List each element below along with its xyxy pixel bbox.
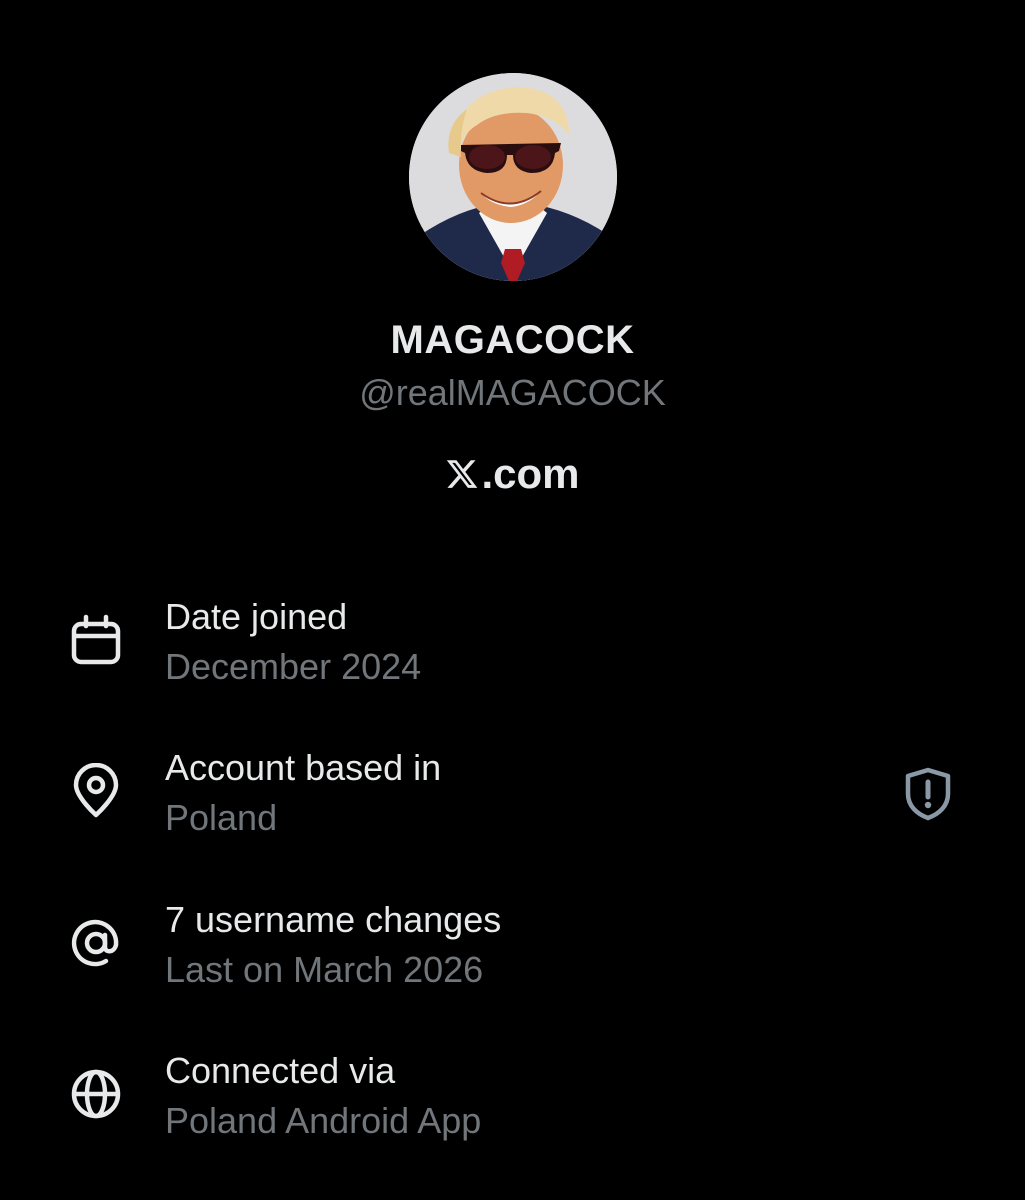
detail-title: 7 username changes	[165, 899, 502, 940]
detail-title: Account based in	[165, 747, 442, 788]
avatar	[409, 73, 617, 281]
detail-row-username-changes: 7 username changes Last on March 2026	[0, 899, 1025, 1009]
x-logo-icon	[447, 460, 478, 488]
detail-row-connected-via: Connected via Poland Android App	[0, 1050, 1025, 1160]
detail-row-date-joined: Date joined December 2024	[0, 596, 1025, 706]
location-pin-icon	[73, 763, 119, 818]
display-name: MAGACOCK	[390, 318, 635, 362]
username-handle[interactable]: @realMAGACOCK	[0, 372, 1025, 414]
profile-photo	[409, 73, 617, 281]
detail-title: Connected via	[165, 1050, 396, 1091]
shield-alert-icon[interactable]	[902, 766, 954, 822]
detail-value: Poland Android App	[165, 1100, 482, 1141]
brand-link[interactable]: .com	[0, 450, 1025, 498]
globe-icon	[71, 1069, 121, 1119]
detail-row-account-based-in: Account based in Poland	[0, 747, 1025, 857]
at-sign-icon	[71, 919, 119, 967]
brand-domain: .com	[481, 450, 580, 497]
detail-value: December 2024	[165, 646, 422, 687]
detail-title: Date joined	[165, 596, 348, 637]
calendar-icon	[71, 614, 121, 665]
detail-value: Last on March 2026	[165, 949, 484, 990]
detail-value: Poland	[165, 797, 278, 838]
